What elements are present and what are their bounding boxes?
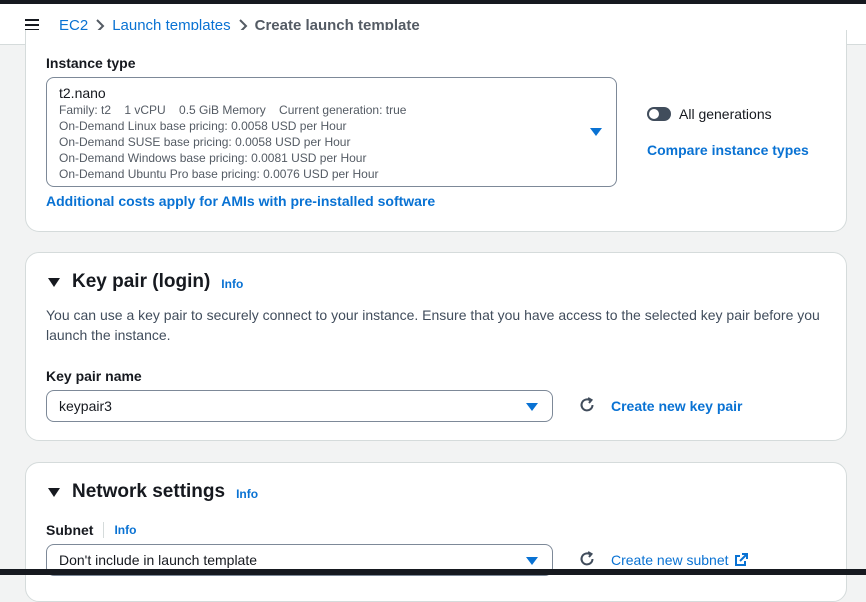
key-pair-name-label: Key pair name — [46, 368, 142, 384]
instance-type-panel: Instance type t2.nano Family: t2 1 vCPU … — [25, 30, 847, 232]
bottom-edge-bar — [0, 569, 866, 575]
refresh-icon[interactable] — [578, 550, 596, 568]
key-pair-select[interactable]: keypair3 — [46, 390, 553, 422]
create-subnet-label: Create new subnet — [611, 552, 729, 568]
instance-type-select[interactable]: t2.nano Family: t2 1 vCPU 0.5 GiB Memory… — [46, 77, 617, 187]
subnet-info-link[interactable]: Info — [114, 523, 136, 537]
network-settings-panel: Network settings Info Subnet Info Don't … — [25, 462, 847, 602]
subnet-value: Don't include in launch template — [59, 552, 258, 568]
instance-family-line: Family: t2 1 vCPU 0.5 GiB Memory Current… — [59, 103, 407, 117]
key-pair-header: Key pair (login) Info — [48, 271, 243, 293]
network-settings-title: Network settings — [72, 481, 226, 502]
external-link-icon — [734, 553, 748, 566]
key-pair-title: Key pair (login) — [72, 271, 211, 292]
collapse-caret-icon[interactable] — [48, 487, 60, 497]
network-info-link[interactable]: Info — [236, 487, 258, 501]
collapse-caret-icon[interactable] — [48, 277, 60, 287]
additional-costs-link[interactable]: Additional costs apply for AMIs with pre… — [46, 193, 435, 209]
all-generations-label: All generations — [679, 106, 772, 122]
key-pair-info-link[interactable]: Info — [221, 277, 243, 291]
caret-down-icon — [526, 557, 538, 565]
instance-type-label: Instance type — [46, 55, 136, 71]
create-key-pair-link[interactable]: Create new key pair — [611, 398, 743, 414]
divider — [103, 522, 105, 538]
pricing-ubuntu-pro: On-Demand Ubuntu Pro base pricing: 0.007… — [59, 167, 379, 181]
network-settings-header: Network settings Info — [48, 481, 258, 503]
pricing-linux: On-Demand Linux base pricing: 0.0058 USD… — [59, 119, 347, 133]
instance-type-value: t2.nano — [59, 85, 106, 101]
key-pair-description: You can use a key pair to securely conne… — [46, 307, 820, 343]
key-pair-panel: Key pair (login) Info You can use a key … — [25, 252, 847, 441]
all-generations-toggle[interactable] — [647, 107, 671, 121]
caret-down-icon — [590, 128, 602, 136]
caret-down-icon — [526, 403, 538, 411]
pricing-suse: On-Demand SUSE base pricing: 0.0058 USD … — [59, 135, 351, 149]
instance-type-details: t2.nano Family: t2 1 vCPU 0.5 GiB Memory… — [59, 84, 406, 182]
refresh-icon[interactable] — [578, 396, 596, 414]
key-pair-value: keypair3 — [59, 398, 112, 414]
subnet-label: Subnet — [46, 522, 94, 538]
subnet-label-row: Subnet Info — [46, 522, 136, 538]
compare-instance-types-link[interactable]: Compare instance types — [647, 142, 809, 158]
create-subnet-link[interactable]: Create new subnet — [611, 552, 748, 568]
pricing-windows: On-Demand Windows base pricing: 0.0081 U… — [59, 151, 367, 165]
